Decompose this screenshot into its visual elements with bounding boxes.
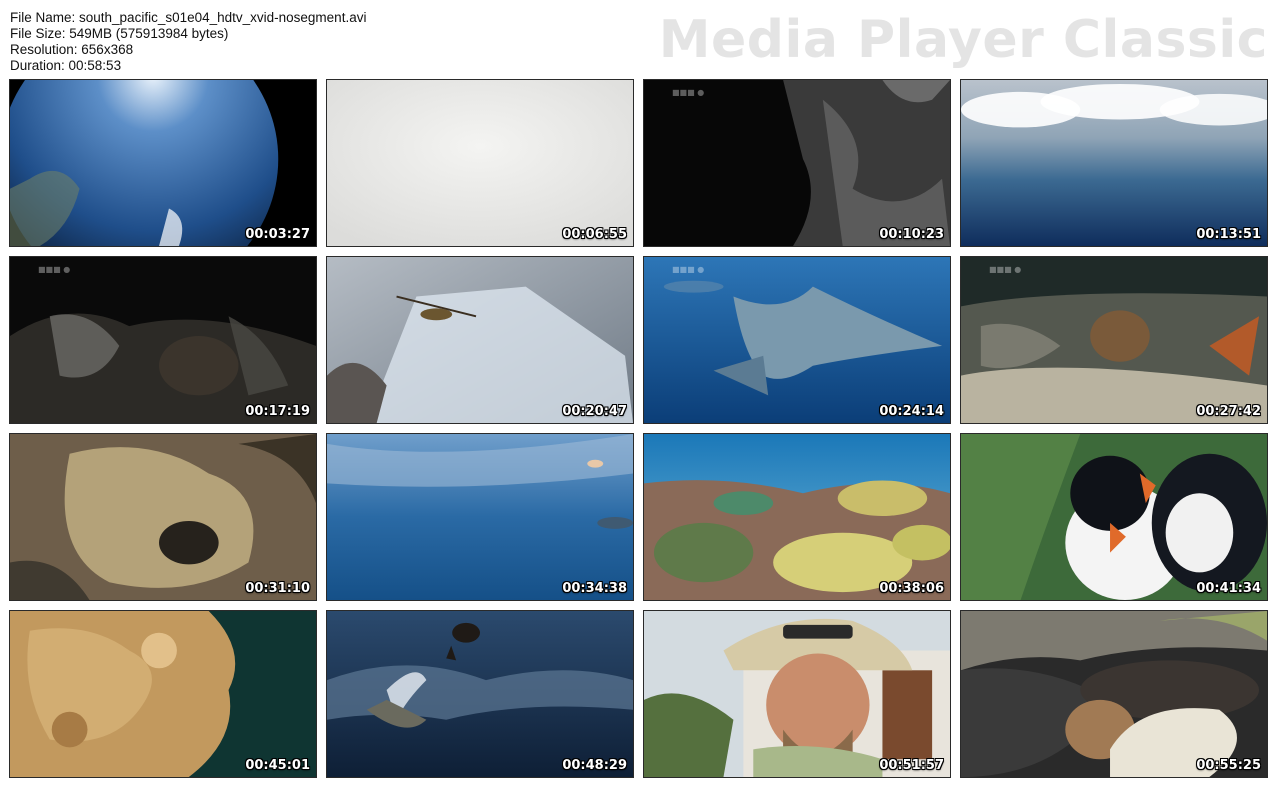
file-name-label: File Name: south_pacific_s01e04_hdtv_xvi… bbox=[10, 10, 367, 25]
thumbnail-frame-8[interactable]: ■■■ ● 00:27:42 bbox=[960, 256, 1268, 424]
thumbnail-frame-12[interactable]: 00:41:34 bbox=[960, 433, 1268, 601]
thumbnail-frame-14[interactable]: 00:48:29 bbox=[326, 610, 634, 778]
thumbnail-frame-2[interactable]: 00:06:55 bbox=[326, 79, 634, 247]
thumbnail-timestamp: 00:27:42 bbox=[1196, 404, 1261, 419]
thumbnail-timestamp: 00:51:57 bbox=[879, 758, 944, 773]
thumbnail-timestamp: 00:03:27 bbox=[245, 227, 310, 242]
thumbnail-timestamp: 00:48:29 bbox=[562, 758, 627, 773]
thumbnail-frame-9[interactable]: 00:31:10 bbox=[9, 433, 317, 601]
media-player-classic-watermark: Media Player Classic bbox=[658, 10, 1268, 70]
thumbnail-frame-11[interactable]: 00:38:06 bbox=[643, 433, 951, 601]
thumbnail-timestamp: 00:41:34 bbox=[1196, 581, 1261, 596]
thumbnail-frame-1[interactable]: 00:03:27 bbox=[9, 79, 317, 247]
duration-label: Duration: 00:58:53 bbox=[10, 58, 122, 73]
bbc-logo-icon: ■■■ ● bbox=[672, 88, 705, 97]
thumbnail-frame-7[interactable]: ■■■ ● 00:24:14 bbox=[643, 256, 951, 424]
thumbnail-timestamp: 00:24:14 bbox=[879, 404, 944, 419]
resolution-label: Resolution: 656x368 bbox=[10, 42, 134, 57]
bbc-logo-icon: ■■■ ● bbox=[989, 265, 1022, 274]
thumbnail-frame-6[interactable]: 00:20:47 bbox=[326, 256, 634, 424]
thumbnail-frame-16[interactable]: 00:55:25 bbox=[960, 610, 1268, 778]
thumbnail-frame-5[interactable]: ■■■ ● 00:17:19 bbox=[9, 256, 317, 424]
thumbnail-timestamp: 00:31:10 bbox=[245, 581, 310, 596]
thumbnail-timestamp: 00:13:51 bbox=[1196, 227, 1261, 242]
thumbnail-timestamp: 00:17:19 bbox=[245, 404, 310, 419]
thumbnail-frame-4[interactable]: 00:13:51 bbox=[960, 79, 1268, 247]
thumbnail-frame-10[interactable]: 00:34:38 bbox=[326, 433, 634, 601]
thumbnail-frame-15[interactable]: 00:51:57 bbox=[643, 610, 951, 778]
thumbnail-timestamp: 00:06:55 bbox=[562, 227, 627, 242]
thumbnail-timestamp: 00:34:38 bbox=[562, 581, 627, 596]
thumbnail-timestamp: 00:45:01 bbox=[245, 758, 310, 773]
thumbnail-frame-13[interactable]: 00:45:01 bbox=[9, 610, 317, 778]
thumbnail-timestamp: 00:20:47 bbox=[562, 404, 627, 419]
bbc-logo-icon: ■■■ ● bbox=[38, 265, 71, 274]
file-info-panel: File Name: south_pacific_s01e04_hdtv_xvi… bbox=[10, 10, 366, 74]
thumbnail-timestamp: 00:38:06 bbox=[879, 581, 944, 596]
thumbnail-frame-3[interactable]: ■■■ ● 00:10:23 bbox=[643, 79, 951, 247]
file-size-label: File Size: 549MB (575913984 bytes) bbox=[10, 26, 229, 41]
thumbnail-timestamp: 00:55:25 bbox=[1196, 758, 1261, 773]
thumbnail-timestamp: 00:10:23 bbox=[879, 227, 944, 242]
thumbnail-grid: 00:03:27 00:06:55 ■■■ ● 00:10:23 00:13:5… bbox=[9, 79, 1271, 781]
bbc-logo-icon: ■■■ ● bbox=[672, 265, 705, 274]
